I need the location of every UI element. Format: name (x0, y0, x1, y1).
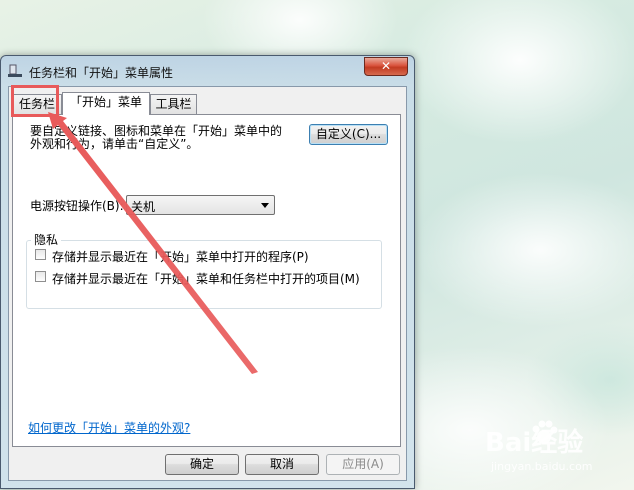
recent-programs-checkbox[interactable] (35, 249, 46, 260)
close-icon: ✕ (380, 59, 392, 73)
baidu-jingyan-watermark: Bai经验 jingyan.baidu.com (485, 410, 625, 485)
apply-button[interactable]: 应用(A) (326, 454, 400, 475)
tab-toolbars-label: 工具栏 (155, 97, 192, 111)
tab-start-menu-label: 「开始」菜单 (69, 95, 142, 109)
recent-programs-label[interactable]: 存储并显示最近在「开始」菜单中打开的程序(P) (52, 248, 309, 265)
power-button-action-label: 电源按钮操作(B): (30, 199, 124, 213)
taskbar-app-icon (8, 64, 22, 77)
recent-items-checkbox[interactable] (35, 271, 46, 282)
customize-button[interactable]: 自定义(C)... (309, 124, 388, 145)
dialog-client-area: 任务栏 「开始」菜单 工具栏 要自定义链接、图标和菜单在「开始」菜单中的外观和行… (8, 86, 407, 481)
taskbar-tab-highlight-box (11, 85, 59, 117)
watermark-brand: Bai经验 (485, 428, 584, 458)
taskbar-start-menu-properties-dialog: 任务栏和「开始」菜单属性 ✕ 任务栏 「开始」菜单 工具栏 要自定义链接、图标和… (0, 55, 415, 489)
customize-description: 要自定义链接、图标和菜单在「开始」菜单中的外观和行为，请单击“自定义”。 (30, 124, 283, 151)
power-button-action-value: 关机 (131, 200, 156, 214)
ok-button[interactable]: 确定 (165, 454, 239, 475)
chevron-down-icon (261, 203, 269, 208)
cancel-button[interactable]: 取消 (245, 454, 319, 475)
privacy-group-title: 隐私 (31, 231, 62, 248)
tab-toolbars[interactable]: 工具栏 (150, 94, 197, 114)
title-bar[interactable]: 任务栏和「开始」菜单属性 ✕ (1, 56, 414, 86)
watermark-url: jingyan.baidu.com (491, 460, 593, 473)
recent-items-label[interactable]: 存储并显示最近在「开始」菜单和任务栏中打开的项目(M) (52, 270, 360, 287)
close-button[interactable]: ✕ (364, 57, 408, 76)
power-button-action-select[interactable]: 关机 (126, 195, 275, 215)
start-menu-appearance-help-link[interactable]: 如何更改「开始」菜单的外观? (28, 419, 190, 436)
start-menu-tab-panel: 要自定义链接、图标和菜单在「开始」菜单中的外观和行为，请单击“自定义”。 自定义… (12, 114, 401, 447)
window-title: 任务栏和「开始」菜单属性 (29, 66, 174, 80)
tab-start-menu[interactable]: 「开始」菜单 (62, 92, 150, 115)
